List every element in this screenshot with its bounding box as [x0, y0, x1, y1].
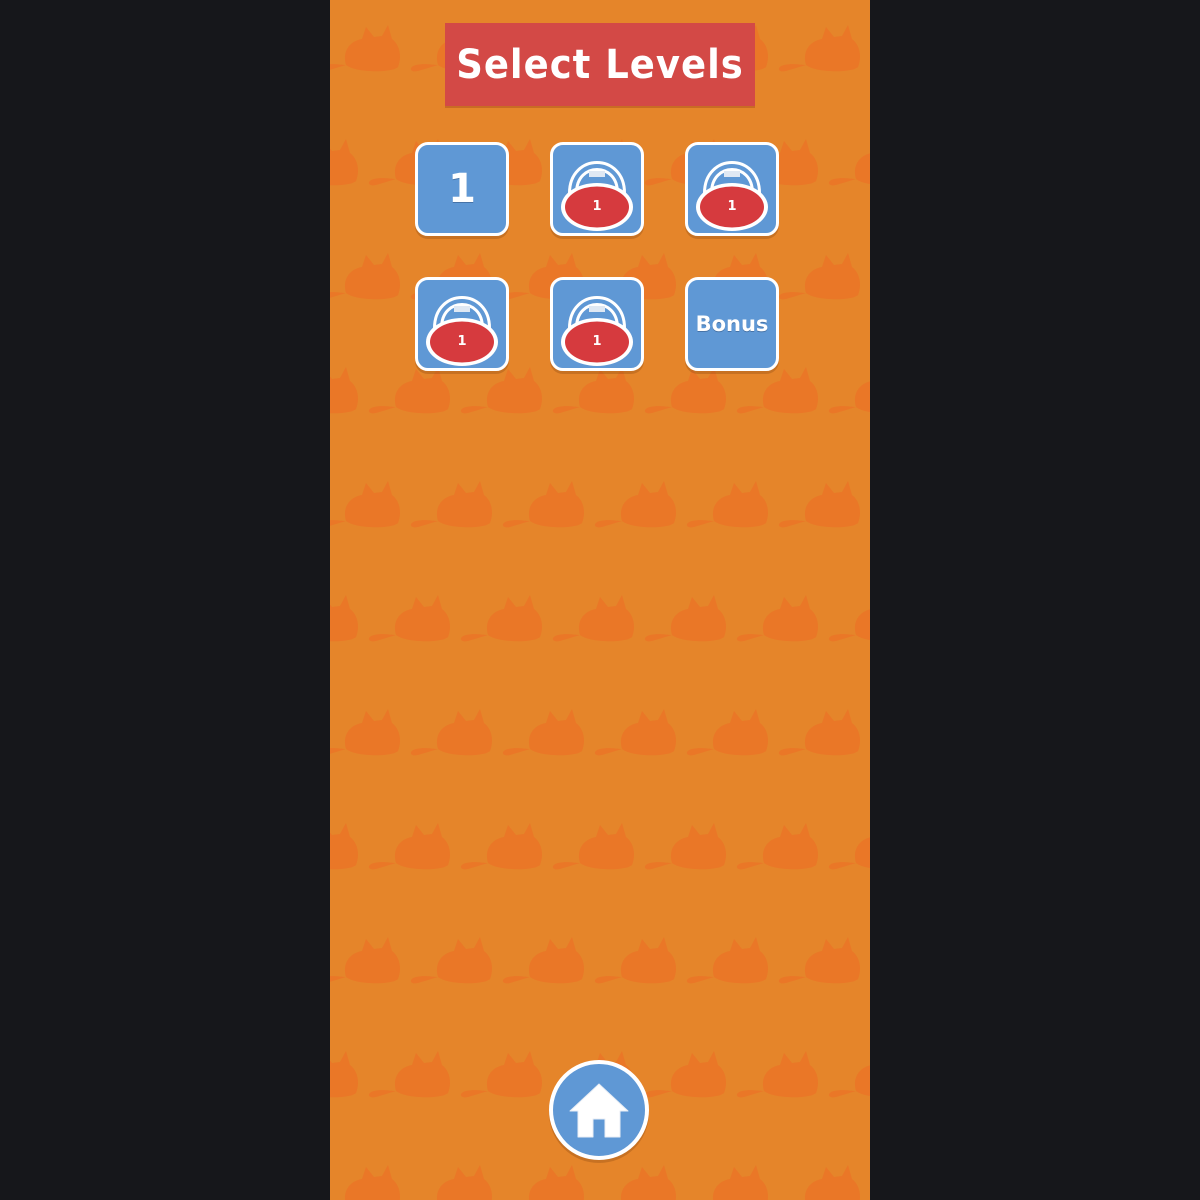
level-number: 1 — [448, 166, 476, 212]
level-2-locked-button[interactable]: 1 — [550, 142, 644, 236]
padlock-icon: 1 — [555, 282, 639, 366]
padlock-icon: 1 — [555, 147, 639, 231]
level-3-locked-button[interactable]: 1 — [685, 142, 779, 236]
lock-number: 1 — [727, 199, 737, 214]
game-screen: Select Levels 1 1 1 1 1 Bonus — [330, 0, 870, 1200]
lock-number: 1 — [592, 199, 602, 214]
title-banner: Select Levels — [445, 23, 755, 106]
level-5-locked-button[interactable]: 1 — [550, 277, 644, 371]
padlock-icon: 1 — [690, 147, 774, 231]
level-1-button[interactable]: 1 — [415, 142, 509, 236]
lock-number: 1 — [457, 334, 467, 349]
bonus-label: Bonus — [695, 312, 769, 336]
lock-number: 1 — [592, 334, 602, 349]
home-button[interactable] — [549, 1060, 649, 1160]
page-title: Select Levels — [456, 41, 744, 88]
level-4-locked-button[interactable]: 1 — [415, 277, 509, 371]
home-icon — [569, 1083, 629, 1138]
bonus-level-button[interactable]: Bonus — [685, 277, 779, 371]
padlock-icon: 1 — [420, 282, 504, 366]
